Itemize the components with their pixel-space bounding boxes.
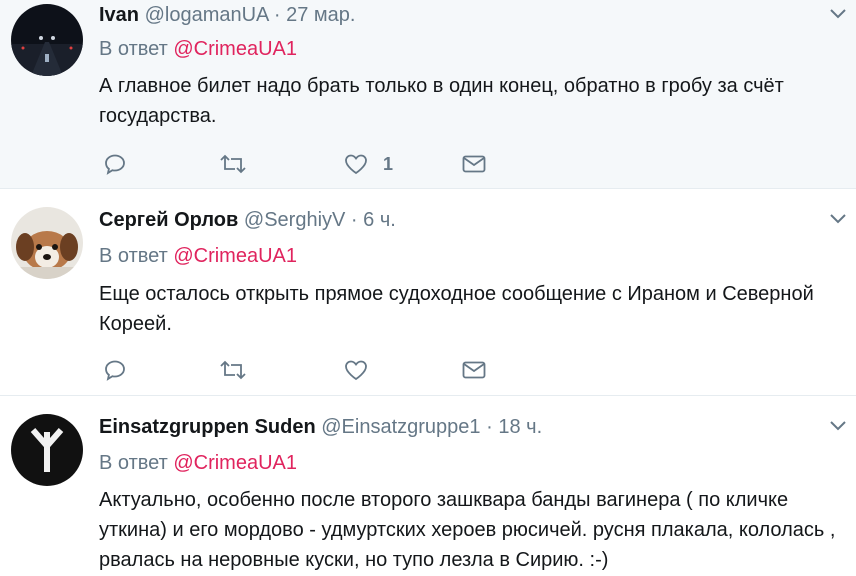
reply-prefix: В ответ [99,38,168,60]
timestamp[interactable]: 18 ч. [498,416,542,438]
reply-mention-link[interactable]: @CrimeaUA1 [173,452,297,474]
author-handle[interactable]: @logamanUA [145,4,269,26]
like-icon [345,360,367,381]
avatar[interactable] [11,4,83,76]
like-icon [345,154,367,175]
author-name[interactable]: Einsatzgruppen Suden [99,416,316,438]
tweet[interactable]: Einsatzgruppen Suden @Einsatzgruppe1 · 1… [0,396,856,576]
tweet-header: Ivan @logamanUA · 27 мар. [99,1,355,29]
timestamp[interactable]: 6 ч. [363,209,396,231]
separator-dot: · [350,209,358,231]
chevron-down-icon[interactable] [828,4,848,24]
tweet-header: Сергей Орлов @SerghiyV · 6 ч. [99,206,396,234]
like-button[interactable]: 1 [343,149,393,179]
reply-context: В ответ @CrimeaUA1 [99,449,297,477]
reply-button[interactable] [103,355,127,385]
direct-message-button[interactable] [461,355,487,385]
tweet[interactable]: Сергей Орлов @SerghiyV · 6 ч. В ответ @C… [0,189,856,395]
reply-mention-link[interactable]: @CrimeaUA1 [173,245,297,267]
tweet-text: Еще осталось открыть прямое судоходное с… [99,283,814,335]
retweet-icon [220,360,246,380]
like-count: 1 [383,153,394,174]
retweet-icon [220,154,246,174]
message-icon [462,155,486,173]
chevron-down-icon[interactable] [828,209,848,229]
tweet-actions: 1 [99,149,519,179]
tweet-actions [99,355,519,385]
author-name[interactable]: Сергей Орлов [99,209,238,231]
reply-prefix: В ответ [99,452,168,474]
reply-icon [105,360,125,381]
retweet-button[interactable] [219,355,247,385]
tweet[interactable]: Ivan @logamanUA · 27 мар. В ответ @Crime… [0,0,856,188]
like-button[interactable] [343,355,383,385]
tweet-header: Einsatzgruppen Suden @Einsatzgruppe1 · 1… [99,413,542,441]
tweet-text: Актуально, особенно после второго зашква… [99,489,836,571]
timestamp[interactable]: 27 мар. [286,4,355,26]
tweet-text: А главное билет надо брать только в один… [99,75,784,127]
reply-icon [105,154,125,175]
author-name[interactable]: Ivan [99,4,139,26]
reply-mention-link[interactable]: @CrimeaUA1 [173,38,297,60]
reply-button[interactable] [103,149,127,179]
avatar[interactable] [11,414,83,486]
reply-prefix: В ответ [99,245,168,267]
separator-dot: · [273,4,281,26]
reply-context: В ответ @CrimeaUA1 [99,242,297,270]
author-handle[interactable]: @Einsatzgruppe1 [321,416,480,438]
avatar[interactable] [11,207,83,279]
retweet-button[interactable] [219,149,247,179]
direct-message-button[interactable] [461,149,487,179]
author-handle[interactable]: @SerghiyV [244,209,345,231]
separator-dot: · [486,416,493,438]
reply-context: В ответ @CrimeaUA1 [99,35,297,63]
message-icon [462,361,486,379]
chevron-down-icon[interactable] [828,416,848,436]
